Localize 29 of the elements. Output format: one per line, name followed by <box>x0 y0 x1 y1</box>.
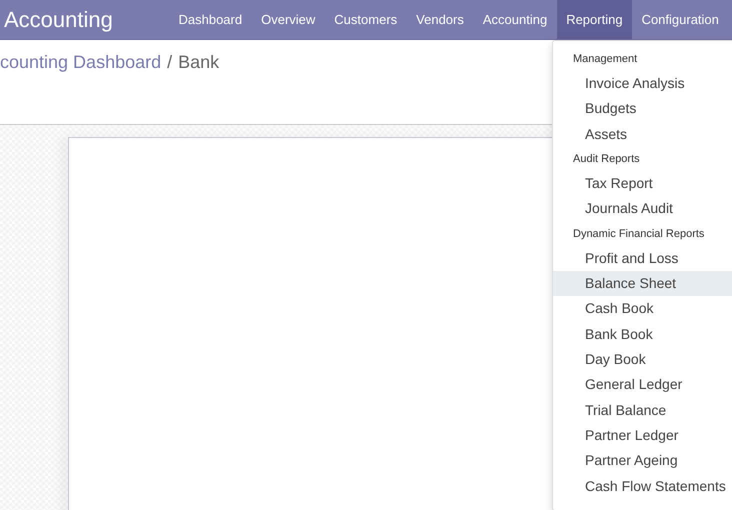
menu-item[interactable]: Partner Ledger <box>553 423 732 448</box>
menu-item[interactable]: Cash Flow Statements <box>553 474 732 500</box>
menu-item[interactable]: Budgets <box>553 96 732 122</box>
menu-item[interactable]: Partner Ageing <box>553 448 732 474</box>
menu-item[interactable]: Balance Sheet <box>553 271 732 296</box>
menu-tab[interactable]: Customers <box>324 0 407 39</box>
breadcrumb-link[interactable]: counting Dashboard <box>0 52 162 73</box>
menu-item[interactable]: General Ledger <box>553 372 732 398</box>
menu-item[interactable]: Day Book <box>553 347 732 372</box>
menu-tab[interactable]: Configuration <box>632 0 728 39</box>
menu-item[interactable]: Invoice Analysis <box>553 71 732 96</box>
menu-item[interactable]: Cash Book <box>553 296 732 322</box>
menu-item[interactable]: Bank Book <box>553 322 732 348</box>
breadcrumb-current: Bank <box>178 52 220 73</box>
menu-section-header: Dynamic Financial Reports <box>572 226 706 242</box>
app-title[interactable]: Accounting <box>0 6 169 32</box>
menu-item[interactable]: Assets <box>553 122 732 148</box>
menu-section-header: Management <box>572 52 638 67</box>
menu-tab[interactable]: Reporting <box>556 0 632 39</box>
menu-section-header: Audit Reports <box>572 152 641 168</box>
menu-tab[interactable]: Vendors <box>406 0 474 39</box>
menu-item[interactable]: Journals Audit <box>553 196 732 222</box>
menu-tab[interactable]: Accounting <box>473 0 557 39</box>
menu-tab[interactable]: Dashboard <box>169 0 252 39</box>
menu-item[interactable]: Trial Balance <box>553 398 732 424</box>
menu-tab[interactable]: Overview <box>252 0 325 39</box>
menu-item[interactable]: Profit and Loss <box>553 246 732 272</box>
menu-item[interactable]: Tax Report <box>553 171 732 196</box>
breadcrumb-separator: / <box>167 52 172 73</box>
